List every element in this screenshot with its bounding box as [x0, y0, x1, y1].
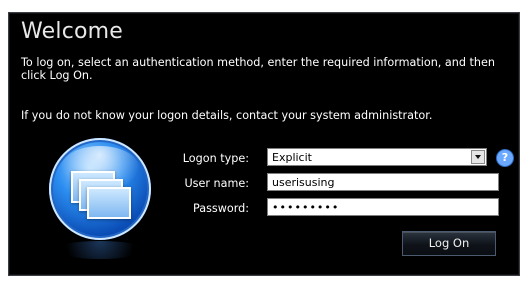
instructions-text: To log on, select an authentication meth…	[21, 56, 495, 82]
admin-contact-text: If you do not know your logon details, c…	[21, 109, 433, 122]
logo-window-3	[87, 187, 131, 219]
password-input[interactable]: •••••••••	[267, 198, 499, 216]
logo-reflection	[55, 241, 145, 259]
user-name-input[interactable]: userisusing	[267, 173, 499, 191]
logon-type-label: Logon type:	[182, 152, 249, 165]
login-panel: Welcome To log on, select an authenticat…	[8, 12, 520, 276]
password-label: Password:	[192, 202, 249, 215]
logon-type-value: Explicit	[272, 151, 312, 164]
login-window: Welcome To log on, select an authenticat…	[0, 0, 529, 282]
chevron-down-icon[interactable]	[471, 150, 485, 164]
logon-type-select[interactable]: Explicit	[267, 148, 487, 166]
dialog-title: Welcome	[21, 19, 124, 44]
user-name-label: User name:	[184, 177, 249, 190]
log-on-button[interactable]: Log On	[402, 231, 496, 256]
help-icon[interactable]: ?	[496, 149, 514, 167]
